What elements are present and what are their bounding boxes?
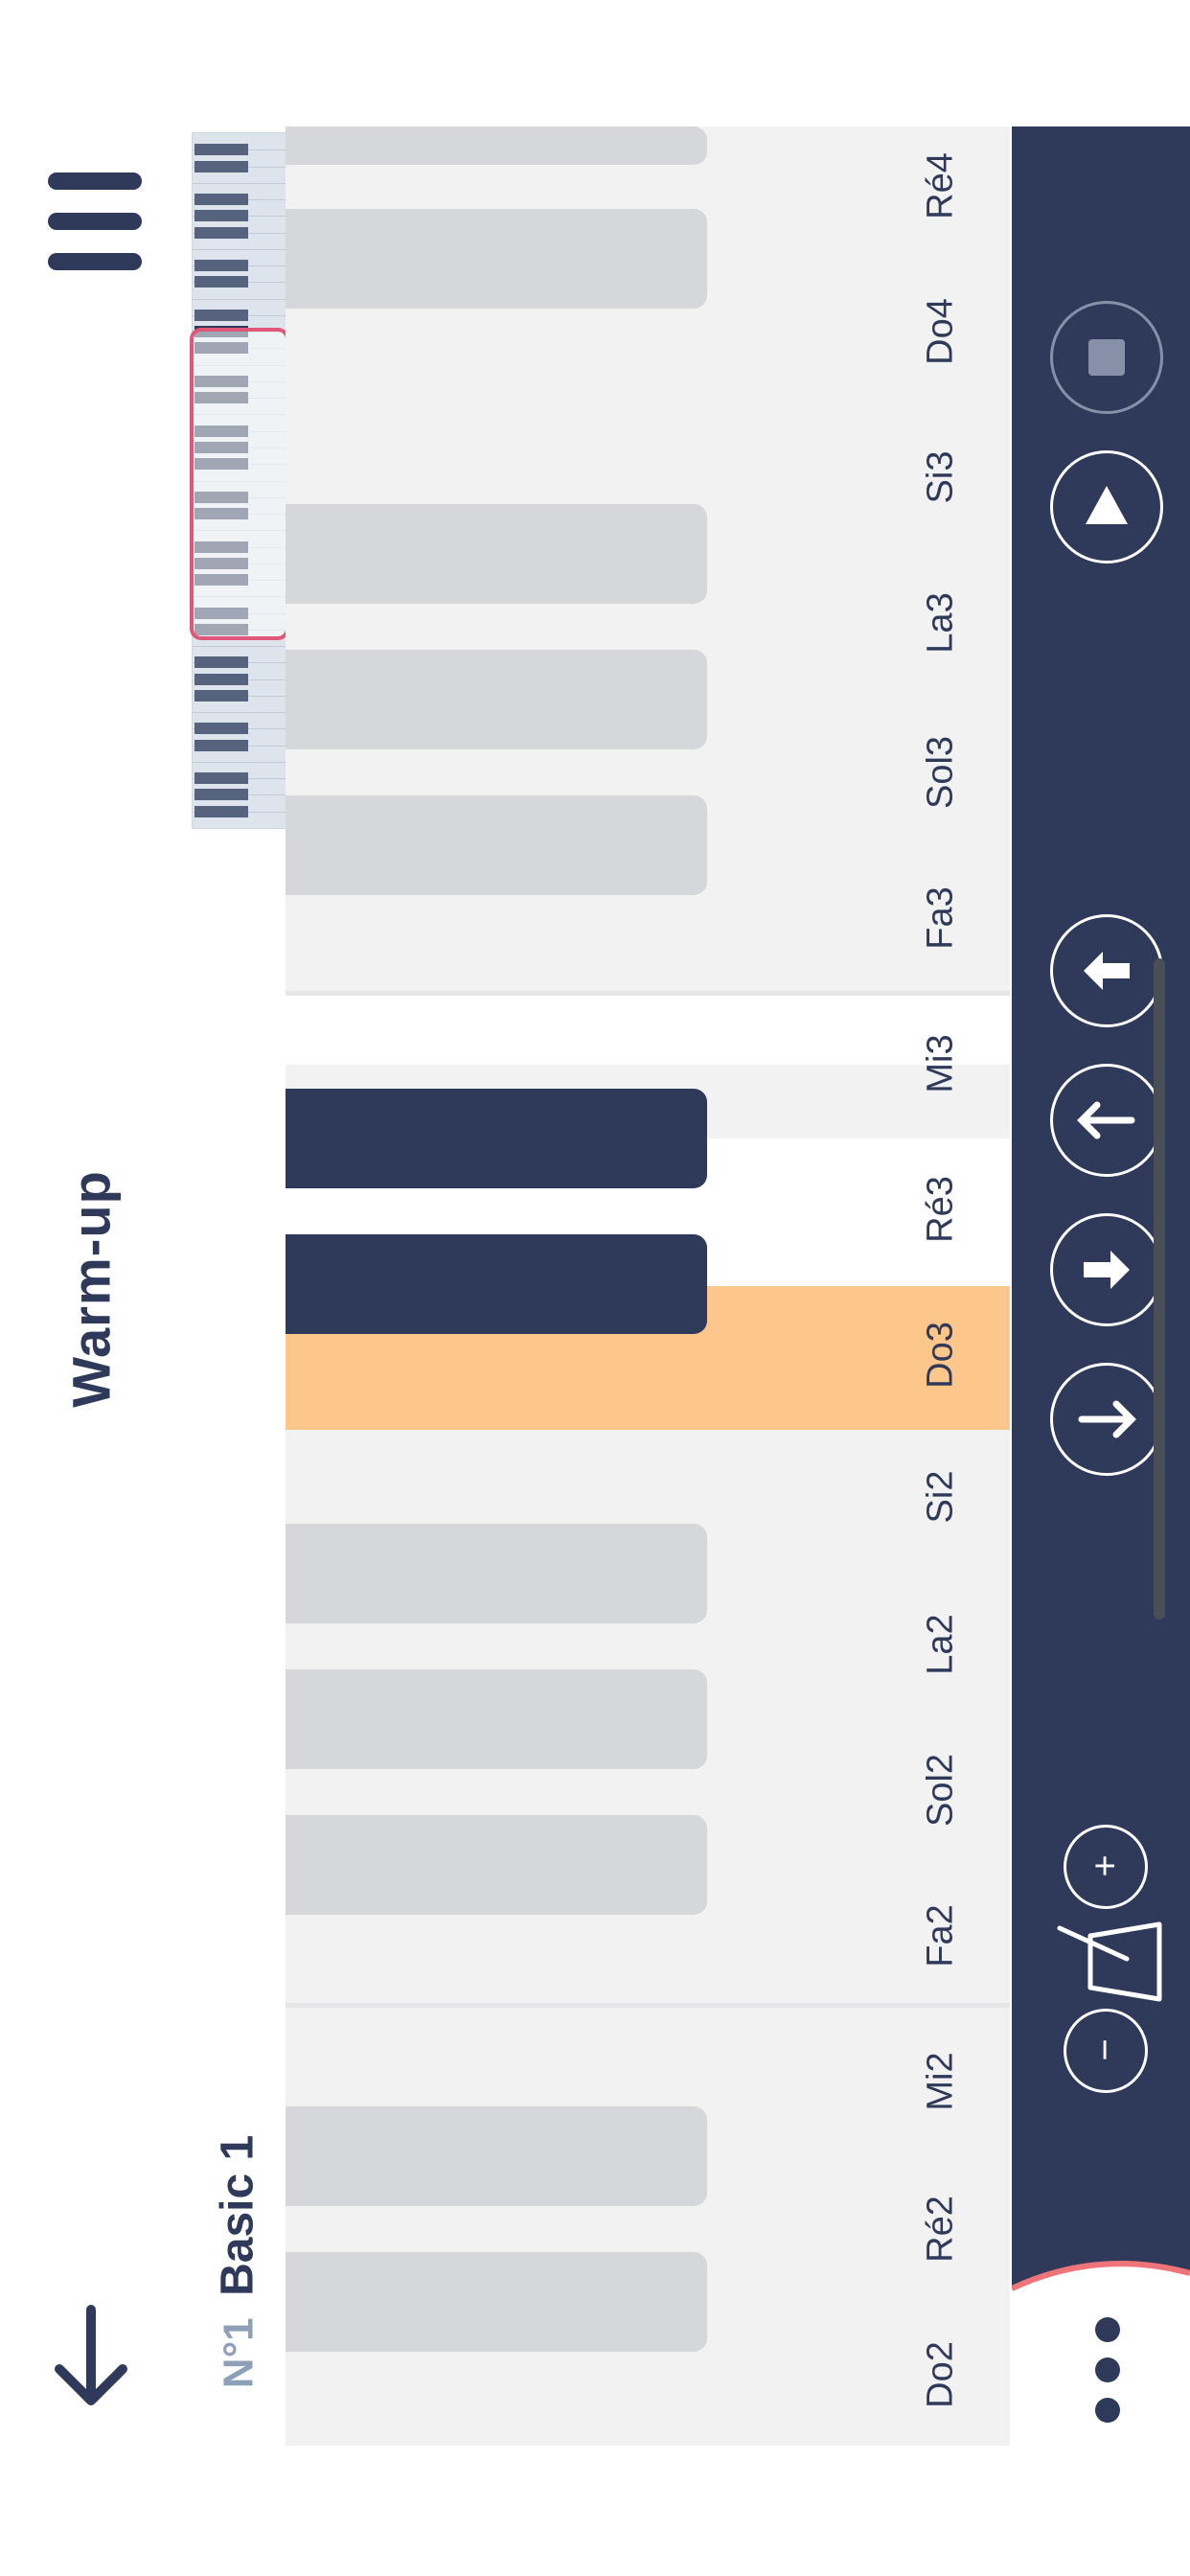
mini-black-key (195, 689, 248, 702)
exercise-name: Basic 1 (212, 2134, 263, 2296)
play-icon (1086, 486, 1128, 524)
more-dot (1095, 2358, 1120, 2382)
metronome-icon[interactable] (1050, 1920, 1163, 2007)
mini-keyboard-window[interactable] (190, 328, 289, 640)
scrollbar[interactable] (1154, 958, 1165, 1620)
note-label-fa2: Fa2 (920, 1904, 961, 1967)
mini-black-key (195, 309, 248, 321)
bars-menu-icon[interactable] (38, 163, 144, 278)
note-label-la3: La3 (920, 592, 961, 654)
note-label-do4: Do4 (920, 298, 961, 365)
tempo-minus-label: − (1084, 2038, 1127, 2061)
mini-white-key-line (193, 761, 286, 763)
black-key[interactable] (286, 2252, 707, 2352)
black-key[interactable] (286, 1524, 707, 1623)
mini-black-key (195, 739, 248, 751)
black-key[interactable] (286, 126, 707, 165)
note-label-re3: Ré3 (920, 1176, 961, 1243)
arrow-up-icon (1077, 1101, 1135, 1139)
note-label-sol2: Sol2 (920, 1753, 961, 1828)
black-key[interactable] (286, 795, 707, 895)
play-button[interactable] (1050, 450, 1163, 564)
note-label-do2: Do2 (920, 2341, 961, 2408)
down-button[interactable] (1050, 1363, 1163, 1476)
mini-black-key (195, 260, 248, 272)
mini-black-key (195, 210, 248, 222)
mini-black-key (195, 144, 248, 156)
mini-black-key (195, 226, 248, 239)
up-button[interactable] (1050, 1064, 1163, 1177)
mini-white-key-line (193, 248, 286, 250)
piano-roll[interactable]: Ré4 Do4 Si3 La3 Sol3 Fa3 Mi3 Ré3 Do3 Si2… (286, 126, 1010, 2446)
arrow-down-icon[interactable] (48, 2300, 134, 2415)
page-title: Warm-up (60, 1170, 122, 1408)
more-dot (1095, 2398, 1120, 2423)
note-label-do3: Do3 (920, 1322, 961, 1389)
note-label-fa3: Fa3 (920, 886, 961, 950)
black-key-active[interactable] (286, 1089, 707, 1188)
mini-white-key-line (193, 712, 286, 714)
black-key[interactable] (286, 504, 707, 604)
note-label-sol3: Sol3 (920, 735, 961, 810)
black-key[interactable] (286, 1815, 707, 1915)
mini-black-key (195, 160, 248, 172)
note-label-mi2: Mi2 (920, 2052, 961, 2111)
note-label-mi3: Mi3 (920, 1034, 961, 1093)
double-up-button[interactable] (1050, 914, 1163, 1027)
row-separator (286, 991, 1010, 996)
note-label-re4: Ré4 (920, 152, 961, 219)
arrow-double-up-icon (1084, 952, 1130, 990)
stop-button[interactable] (1050, 301, 1163, 414)
arrow-down-icon (1078, 1400, 1136, 1438)
row-mi3 (286, 993, 1010, 1065)
mini-white-key-line (193, 298, 286, 300)
mini-black-key (195, 673, 248, 685)
row-separator (286, 2003, 1010, 2008)
tempo-minus-button[interactable]: − (1064, 2009, 1148, 2093)
note-label-si2: Si2 (920, 1470, 961, 1524)
double-down-button[interactable] (1050, 1213, 1163, 1326)
note-label-re2: Ré2 (920, 2196, 961, 2263)
note-label-la2: La2 (920, 1614, 961, 1675)
tempo-plus-label: + (1084, 1854, 1127, 1877)
tempo-plus-button[interactable]: + (1064, 1825, 1148, 1909)
mini-black-key (195, 276, 248, 288)
black-key[interactable] (286, 2106, 707, 2206)
arrow-double-down-icon (1084, 1251, 1130, 1289)
mini-black-key (195, 656, 248, 669)
note-label-si3: Si3 (920, 450, 961, 504)
black-key[interactable] (286, 1669, 707, 1769)
black-key[interactable] (286, 209, 707, 309)
black-key[interactable] (286, 650, 707, 749)
mini-black-key (195, 194, 248, 206)
more-dot (1095, 2317, 1120, 2342)
exercise-label: N°1 Basic 1 (212, 2135, 264, 2388)
mini-black-key (195, 805, 248, 817)
mini-black-key (195, 789, 248, 801)
mini-white-key-line (193, 646, 286, 648)
mini-black-key (195, 723, 248, 735)
mini-black-key (195, 772, 248, 785)
mini-white-key-line (193, 182, 286, 184)
stop-icon (1088, 339, 1125, 376)
black-key-active[interactable] (286, 1234, 707, 1334)
exercise-number: N°1 (215, 2317, 263, 2389)
